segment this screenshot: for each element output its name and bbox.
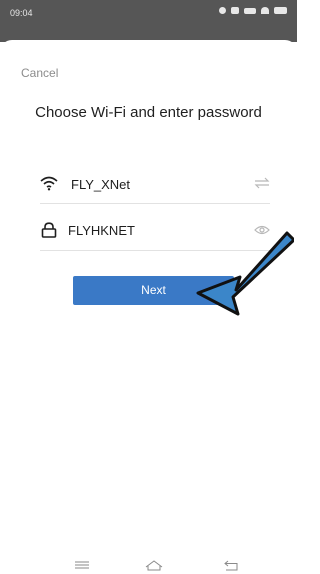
status-time: 09:04 bbox=[10, 8, 33, 18]
wifi-name: FLY_XNet bbox=[71, 177, 131, 192]
home-icon[interactable] bbox=[145, 560, 163, 571]
alarm-icon bbox=[219, 7, 226, 14]
password-value: FLYHKNET bbox=[68, 223, 135, 238]
navigation-bar bbox=[0, 556, 297, 574]
menu-icon[interactable] bbox=[74, 560, 90, 570]
cancel-button[interactable]: Cancel bbox=[21, 66, 58, 80]
pointer-arrow-icon bbox=[196, 231, 294, 316]
page-title: Choose Wi-Fi and enter password bbox=[35, 104, 262, 121]
status-bar: 09:04 bbox=[0, 0, 297, 42]
back-icon[interactable] bbox=[223, 560, 239, 571]
battery-icon bbox=[274, 7, 287, 14]
wifi-status-icon bbox=[261, 7, 269, 14]
switch-icon[interactable] bbox=[254, 177, 270, 189]
status-icons bbox=[219, 7, 287, 14]
wifi-select-row[interactable]: FLY_XNet bbox=[40, 165, 270, 204]
notification-icon bbox=[231, 7, 239, 14]
wifi-icon bbox=[40, 176, 58, 191]
lock-icon bbox=[41, 222, 57, 238]
signal-icon bbox=[244, 7, 256, 14]
